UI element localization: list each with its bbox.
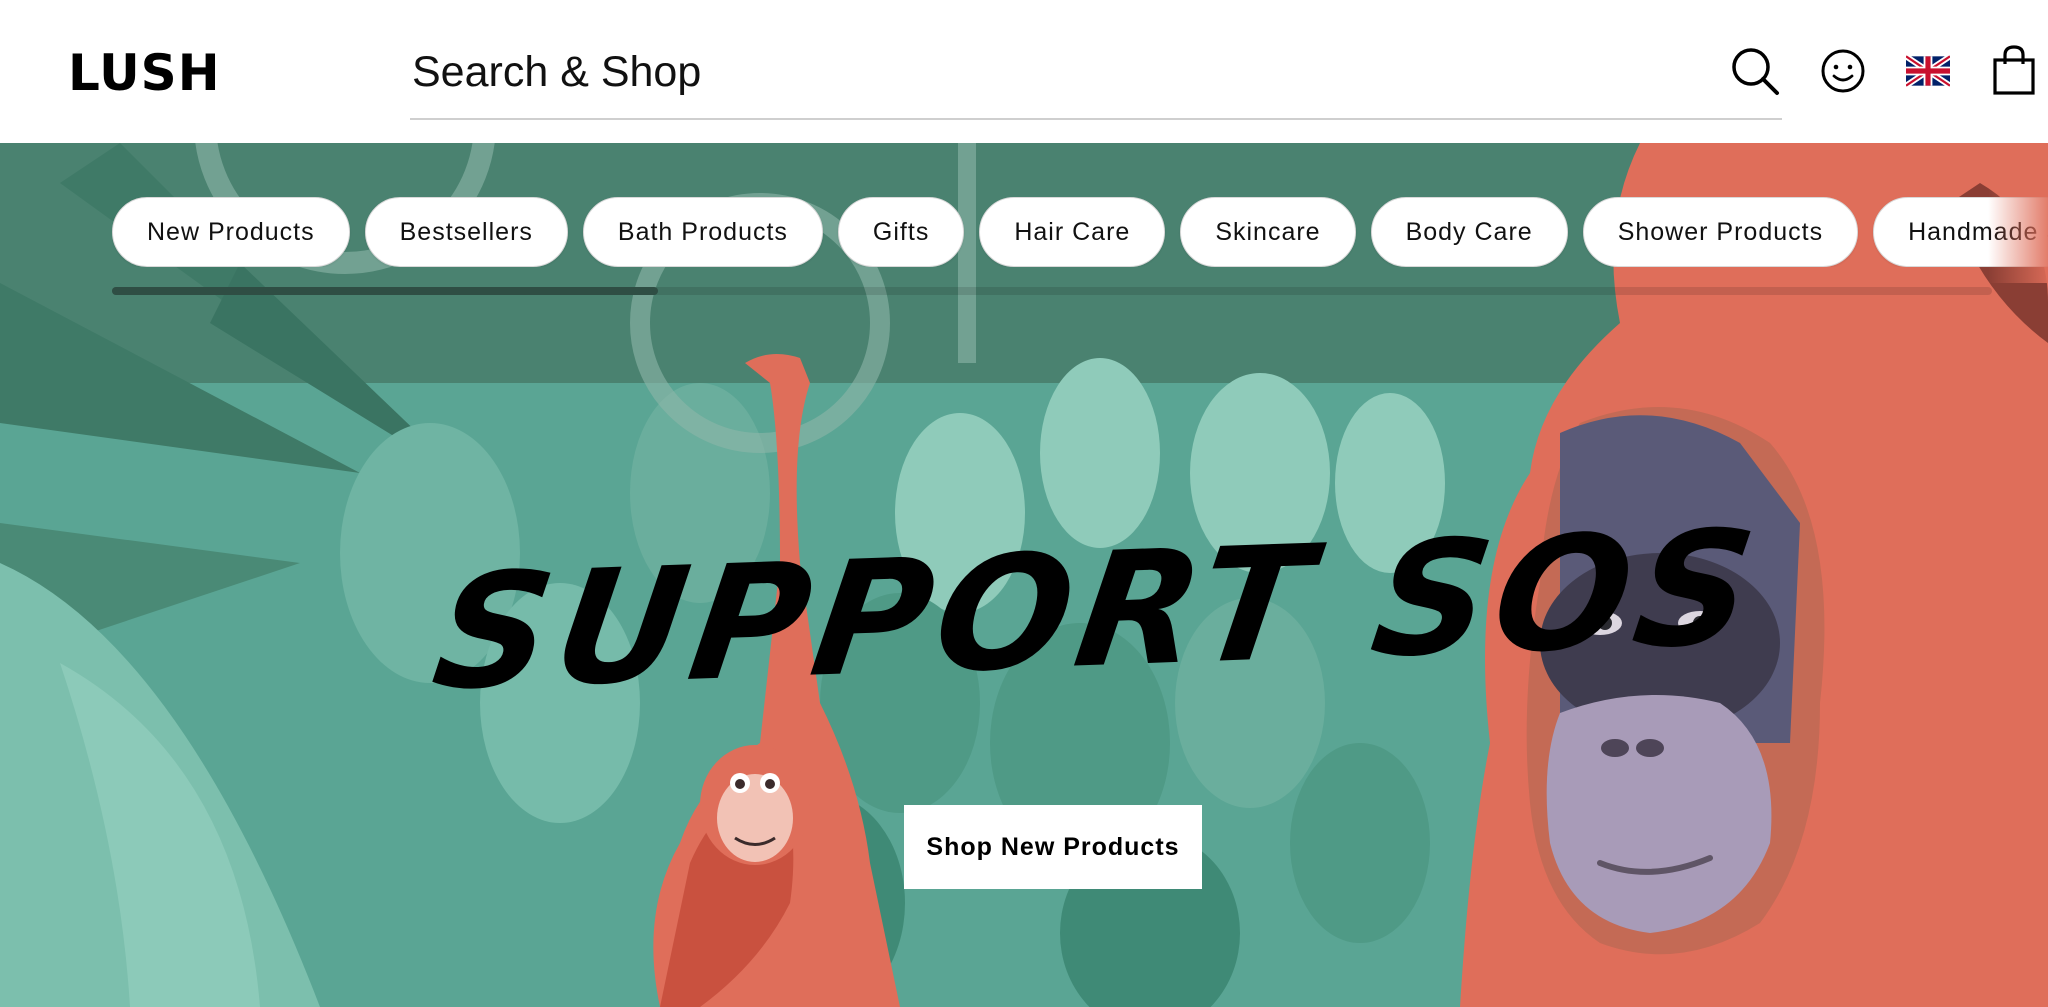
lush-logo[interactable]: LUSH (68, 44, 221, 102)
category-chip-shower-products[interactable]: Shower Products (1582, 197, 1859, 267)
account-icon[interactable] (1818, 46, 1868, 96)
search-input[interactable] (410, 40, 1782, 104)
hero-headline: SUPPORT SOS (423, 496, 1771, 726)
category-chip-skincare[interactable]: Skincare (1180, 197, 1356, 267)
search-bar[interactable] (410, 40, 1782, 120)
shop-new-products-button[interactable]: Shop New Products (904, 805, 1202, 889)
category-chip-new-products[interactable]: New Products (112, 197, 350, 267)
category-chip-bath-products[interactable]: Bath Products (582, 197, 823, 267)
uk-flag-icon[interactable] (1906, 53, 1950, 89)
hero-banner: New Products Bestsellers Bath Products G… (0, 143, 2048, 1007)
category-scrollbar-thumb[interactable] (112, 287, 658, 295)
category-chip-gifts[interactable]: Gifts (837, 197, 965, 267)
chip-scroll-fade (1988, 183, 2048, 283)
shopping-bag-icon[interactable] (1992, 44, 2036, 96)
category-chip-bestsellers[interactable]: Bestsellers (364, 197, 568, 267)
category-chip-hair-care[interactable]: Hair Care (979, 197, 1166, 267)
category-chip-body-care[interactable]: Body Care (1370, 197, 1568, 267)
site-header: LUSH (0, 0, 2048, 143)
search-icon[interactable] (1730, 46, 1780, 96)
category-nav: New Products Bestsellers Bath Products G… (112, 197, 2048, 267)
